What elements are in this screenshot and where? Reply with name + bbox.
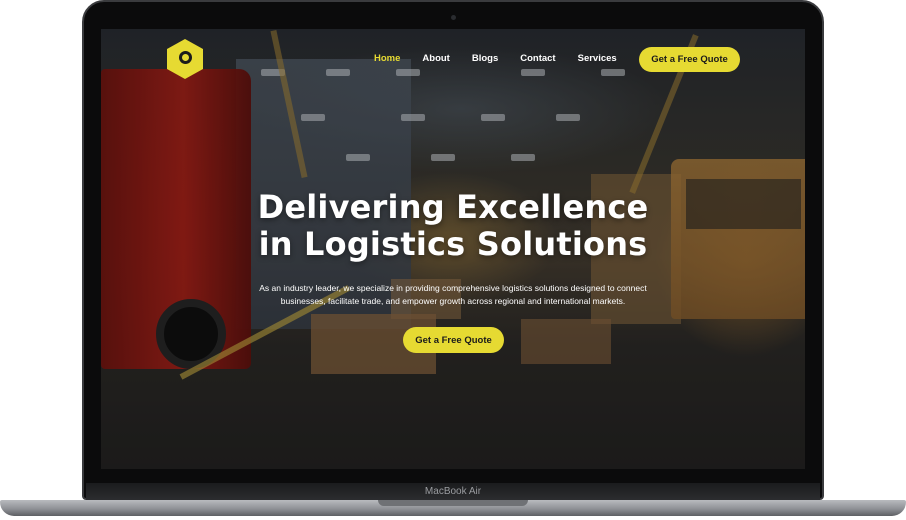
camera-icon <box>451 15 456 20</box>
hero-title-line-1: Delivering Excellence <box>257 188 649 226</box>
nav-link-about[interactable]: About <box>422 53 449 65</box>
main-nav: Home About Blogs Contact Services <box>374 53 639 65</box>
device-model-label: MacBook Air <box>424 486 482 497</box>
website-screen: Home About Blogs Contact Services Get a … <box>101 29 805 469</box>
nav-link-contact[interactable]: Contact <box>520 53 555 65</box>
header-quote-button[interactable]: Get a Free Quote <box>639 47 740 72</box>
hero-title: Delivering Excellence in Logistics Solut… <box>101 189 805 263</box>
nav-link-home[interactable]: Home <box>374 53 400 65</box>
laptop-notch <box>378 500 528 506</box>
hero-title-line-2: in Logistics Solutions <box>258 225 648 263</box>
laptop-mockup: Home About Blogs Contact Services Get a … <box>0 0 906 520</box>
logo-mark <box>178 50 192 64</box>
nav-link-blogs[interactable]: Blogs <box>472 53 498 65</box>
hero-quote-button[interactable]: Get a Free Quote <box>403 327 504 353</box>
hero-subtitle: As an industry leader, we specialize in … <box>259 283 647 306</box>
nav-link-services[interactable]: Services <box>578 53 617 65</box>
